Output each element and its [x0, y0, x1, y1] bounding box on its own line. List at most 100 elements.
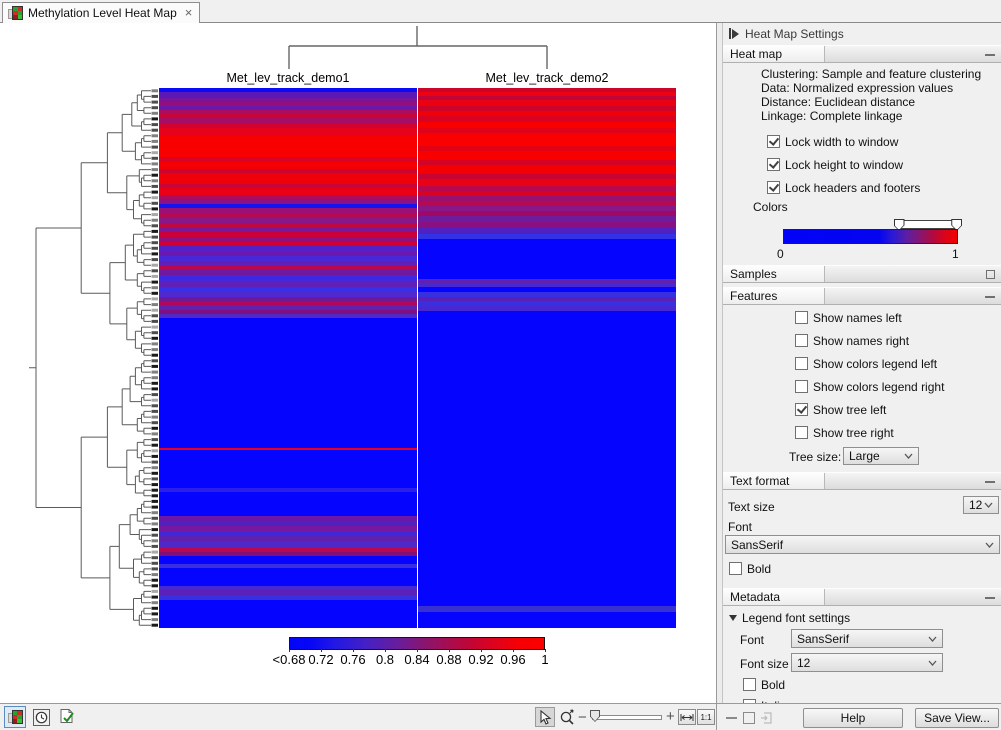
checkbox-show-names-right[interactable]: [795, 334, 808, 347]
zoom-in-plus[interactable]: +: [666, 708, 675, 725]
checkbox-lock-headers[interactable]: [767, 181, 780, 194]
history-view-button[interactable]: [30, 706, 52, 728]
section-header-samples[interactable]: Samples: [723, 265, 1001, 283]
dock-panel-icon[interactable]: [760, 712, 772, 724]
checkbox-show-colors-legend-left-label: Show colors legend left: [813, 357, 937, 371]
text-size-value: 12: [969, 498, 982, 512]
tab-methylation-heatmap[interactable]: Methylation Level Heat Map ×: [2, 2, 200, 23]
legend-font-label: Font: [740, 633, 764, 647]
zoom-tool-button[interactable]: [557, 707, 577, 727]
tree-size-label: Tree size:: [789, 450, 841, 464]
zoom-out-minus[interactable]: −: [578, 709, 587, 726]
legend-font-value: SansSerif: [797, 632, 849, 646]
expand-all-icon[interactable]: [743, 712, 755, 724]
zoom-100-button[interactable]: 1:1: [697, 709, 715, 725]
collapse-panel-icon[interactable]: [729, 28, 739, 39]
legend-tick-label: 0.76: [340, 652, 365, 667]
legend-tick-label: 0.88: [436, 652, 461, 667]
collapse-section-icon[interactable]: [985, 54, 995, 56]
checkbox-show-tree-left-label: Show tree left: [813, 403, 886, 417]
collapse-section-icon[interactable]: [985, 597, 995, 599]
data-info: Data: Normalized expression values: [761, 81, 953, 95]
checkbox-show-tree-right[interactable]: [795, 426, 808, 439]
section-tab-samples[interactable]: Samples: [723, 266, 825, 282]
zoom-slider-track[interactable]: [592, 715, 662, 720]
font-select[interactable]: SansSerif: [725, 535, 1000, 554]
section-tab-features[interactable]: Features: [723, 288, 825, 304]
legend-font-size-value: 12: [797, 656, 810, 670]
section-header-text-format[interactable]: Text format: [723, 472, 1001, 490]
collapse-section-icon[interactable]: [985, 296, 995, 298]
checkbox-lock-headers-label: Lock headers and footers: [785, 181, 920, 195]
tree-size-select[interactable]: Large: [843, 447, 919, 465]
checkbox-show-colors-legend-right[interactable]: [795, 380, 808, 393]
checkbox-show-tree-right-label: Show tree right: [813, 426, 894, 440]
checkbox-lock-height[interactable]: [767, 158, 780, 171]
chevron-down-icon: [984, 502, 993, 508]
tab-title: Methylation Level Heat Map: [28, 6, 177, 20]
section-header-heat-map[interactable]: Heat map: [723, 45, 1001, 63]
tree-size-value: Large: [849, 449, 880, 463]
checkbox-legend-bold[interactable]: [743, 678, 756, 691]
column-label-2: Met_lev_track_demo2: [427, 71, 667, 85]
chevron-down-icon: [928, 660, 937, 666]
heatmap-column-1[interactable]: [159, 88, 418, 628]
element-info-button[interactable]: [56, 706, 78, 728]
chevron-down-icon: [928, 636, 937, 642]
checkbox-show-names-left-label: Show names left: [813, 311, 902, 325]
section-header-metadata[interactable]: Metadata: [723, 588, 1001, 606]
application-window: Methylation Level Heat Map × Met_lev_tra…: [0, 0, 1001, 730]
legend-font-settings-toggle[interactable]: Legend font settings: [729, 611, 850, 625]
pointer-tool-button[interactable]: [535, 707, 555, 727]
legend-font-select[interactable]: SansSerif: [791, 629, 943, 648]
color-gradient-editor[interactable]: [783, 219, 958, 259]
tab-close-icon[interactable]: ×: [185, 8, 193, 18]
checkbox-show-names-right-label: Show names right: [813, 334, 909, 348]
heatmap-view: Met_lev_track_demo1 Met_lev_track_demo2 …: [0, 23, 717, 703]
heatmap-grid[interactable]: [159, 88, 676, 628]
fit-width-button[interactable]: [678, 709, 696, 725]
checkbox-show-names-left[interactable]: [795, 311, 808, 324]
cursor-arrow-icon: [539, 710, 552, 725]
gradient-range-connector[interactable]: [899, 220, 957, 229]
legend-tick-label: <0.68: [273, 652, 306, 667]
legend-font-size-label: Font size: [740, 657, 789, 671]
checkbox-lock-width[interactable]: [767, 135, 780, 148]
row-dendrogram: [8, 88, 158, 628]
heatmap-column-2[interactable]: [418, 88, 676, 628]
zoom-slider-handle[interactable]: [590, 710, 600, 722]
collapse-section-icon[interactable]: [985, 481, 995, 483]
section-tab-metadata[interactable]: Metadata: [723, 589, 825, 605]
legend-tick-label: 0.84: [404, 652, 429, 667]
linkage-info: Linkage: Complete linkage: [761, 109, 902, 123]
help-button[interactable]: Help: [803, 708, 903, 728]
heatmap-view-button[interactable]: [4, 706, 26, 728]
save-view-button[interactable]: Save View...: [915, 708, 999, 728]
checkbox-show-tree-left[interactable]: [795, 403, 808, 416]
column-dendrogram: [0, 23, 716, 71]
clock-icon: [33, 709, 50, 726]
checkbox-show-colors-legend-left[interactable]: [795, 357, 808, 370]
document-check-icon: [58, 708, 76, 726]
chevron-down-icon: [985, 542, 994, 548]
expand-section-icon[interactable]: [986, 270, 995, 279]
legend-font-size-select[interactable]: 12: [791, 653, 943, 672]
heatmap-icon: [8, 6, 23, 20]
clustering-info: Clustering: Sample and feature clusterin…: [761, 67, 981, 81]
text-size-select[interactable]: 12: [963, 496, 999, 514]
legend-tick-label: 0.8: [376, 652, 394, 667]
collapse-all-icon[interactable]: [726, 717, 737, 719]
font-value: SansSerif: [731, 538, 783, 552]
section-header-features[interactable]: Features: [723, 287, 1001, 305]
checkbox-bold[interactable]: [729, 562, 742, 575]
heatmap-icon: [8, 710, 23, 724]
color-gradient-bar[interactable]: [783, 229, 958, 244]
gradient-min-label: 0: [777, 247, 784, 261]
checkbox-lock-height-label: Lock height to window: [785, 158, 903, 172]
magnifier-icon: [559, 709, 575, 725]
section-tab-text-format[interactable]: Text format: [723, 473, 825, 489]
status-bar: − + 1:1 Help Save View...: [0, 703, 1001, 730]
settings-panel-header[interactable]: Heat Map Settings: [723, 23, 1001, 44]
section-tab-heat-map[interactable]: Heat map: [723, 46, 825, 62]
legend-font-settings-label: Legend font settings: [742, 611, 850, 625]
